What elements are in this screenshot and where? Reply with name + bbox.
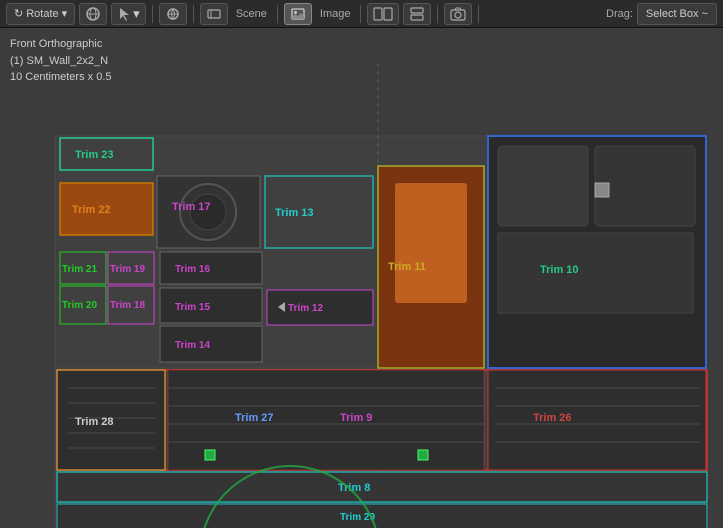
svg-text:Trim 16: Trim 16 — [175, 264, 210, 275]
uv-icon — [165, 6, 181, 22]
svg-text:Trim 8: Trim 8 — [338, 482, 370, 494]
info-line-2: (1) SM_Wall_2x2_N — [10, 53, 112, 70]
uv-map: Trim 23 Trim 22 Trim 17 Trim 13 Trim 11 … — [0, 28, 723, 528]
svg-text:Trim 17: Trim 17 — [172, 201, 211, 213]
separator-6 — [478, 5, 479, 23]
separator-2 — [193, 5, 194, 23]
camera-icon — [450, 6, 466, 22]
layout-1-icon — [373, 6, 393, 22]
svg-text:Trim 14: Trim 14 — [175, 340, 210, 351]
separator-5 — [437, 5, 438, 23]
rotate-icon: ↻ — [14, 7, 23, 20]
rotate-button[interactable]: ↻ Rotate ▾ — [6, 3, 75, 25]
layout-2-button[interactable] — [403, 3, 431, 25]
image-label: Image — [316, 8, 355, 20]
svg-text:Trim 29: Trim 29 — [340, 512, 375, 523]
separator-4 — [360, 5, 361, 23]
drag-label: Drag: — [606, 8, 633, 20]
info-line-3: 10 Centimeters x 0.5 — [10, 69, 112, 86]
svg-text:Trim 21: Trim 21 — [62, 264, 97, 275]
svg-text:Trim 22: Trim 22 — [72, 204, 111, 216]
sphere-button[interactable] — [79, 3, 107, 25]
svg-text:Trim 12: Trim 12 — [288, 303, 323, 314]
svg-text:Trim 11: Trim 11 — [388, 261, 426, 273]
svg-text:Trim 15: Trim 15 — [175, 302, 210, 313]
scene-icon-btn[interactable] — [200, 3, 228, 25]
svg-text:Trim 9: Trim 9 — [340, 412, 372, 424]
cursor-icon — [117, 6, 133, 22]
camera-button[interactable] — [444, 3, 472, 25]
svg-text:Trim 13: Trim 13 — [275, 207, 314, 219]
svg-text:Trim 19: Trim 19 — [110, 264, 145, 275]
image-icon-btn[interactable] — [284, 3, 312, 25]
info-text: Front Orthographic (1) SM_Wall_2x2_N 10 … — [10, 36, 112, 86]
rotate-chevron: ▾ — [62, 7, 68, 20]
layout-2-icon — [409, 6, 425, 22]
select-box-button[interactable]: Select Box ~ — [637, 3, 717, 25]
image-icon — [290, 6, 306, 22]
select-box-label: Select Box ~ — [646, 8, 708, 20]
viewport[interactable]: Front Orthographic (1) SM_Wall_2x2_N 10 … — [0, 28, 723, 528]
scene-label: Scene — [232, 8, 271, 20]
sphere-icon — [85, 6, 101, 22]
svg-text:Trim 20: Trim 20 — [62, 300, 97, 311]
svg-text:Trim 18: Trim 18 — [110, 300, 145, 311]
svg-text:Trim 28: Trim 28 — [75, 416, 114, 428]
svg-text:Trim 26: Trim 26 — [533, 412, 572, 424]
cursor-button[interactable]: ▾ — [111, 3, 146, 25]
svg-text:Trim 27: Trim 27 — [235, 412, 274, 424]
uv-button[interactable] — [159, 3, 187, 25]
scene-icon — [206, 6, 222, 22]
svg-text:Trim 23: Trim 23 — [75, 149, 114, 161]
info-line-1: Front Orthographic — [10, 36, 112, 53]
rotate-label: Rotate — [26, 8, 58, 20]
separator-3 — [277, 5, 278, 23]
layout-1-button[interactable] — [367, 3, 399, 25]
toolbar: ↻ Rotate ▾ ▾ Scene — [0, 0, 723, 28]
separator-1 — [152, 5, 153, 23]
svg-text:Trim 10: Trim 10 — [540, 264, 579, 276]
